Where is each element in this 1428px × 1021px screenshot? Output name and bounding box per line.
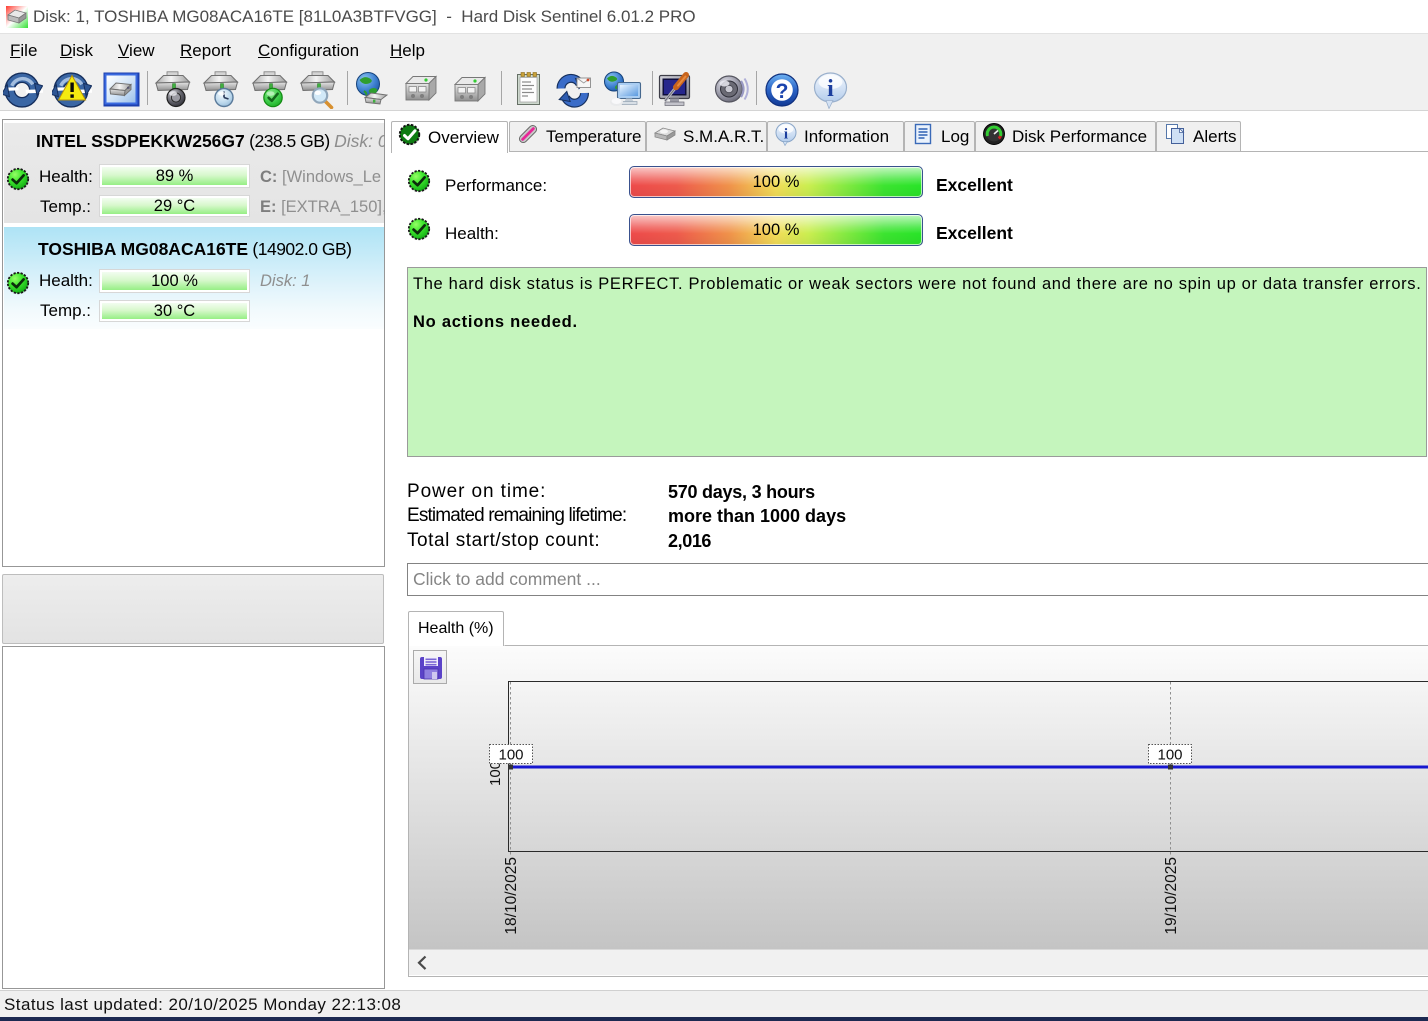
svg-text:19/10/2025: 19/10/2025 xyxy=(1163,857,1180,935)
svg-text:100: 100 xyxy=(498,747,523,764)
svg-text:i: i xyxy=(827,76,834,102)
svg-text:18/10/2025: 18/10/2025 xyxy=(503,857,520,935)
svg-text:i: i xyxy=(784,127,788,143)
svg-text:100: 100 xyxy=(1157,747,1182,764)
svg-text:?: ? xyxy=(776,80,789,103)
svg-text:100: 100 xyxy=(487,761,504,786)
